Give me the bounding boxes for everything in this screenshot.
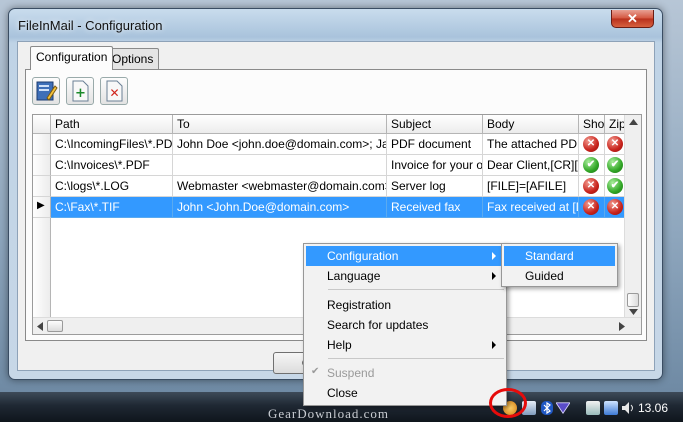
shield-icon[interactable] [556, 401, 570, 415]
cell-zip[interactable]: ✕ [605, 197, 625, 218]
column-header-path[interactable]: Path [51, 115, 173, 134]
column-header-body[interactable]: Body [483, 115, 579, 134]
row-header[interactable]: ▶ [33, 197, 51, 218]
delete-configuration-button[interactable]: ✕ [100, 77, 128, 105]
checkmark-icon: ✔ [311, 366, 320, 377]
status-no-icon: ✕ [583, 136, 599, 152]
submenu-arrow-icon [492, 252, 496, 260]
status-no-icon: ✕ [607, 136, 623, 152]
table-row[interactable]: C:\logs\*.LOG Webmaster <webmaster@domai… [33, 176, 625, 197]
bluetooth-icon[interactable] [540, 401, 554, 415]
delete-icon: ✕ [106, 80, 123, 102]
cell-zip[interactable]: ✔ [605, 155, 625, 176]
scroll-down-icon[interactable] [629, 309, 638, 315]
grid-corner-header [33, 115, 51, 134]
cell-zip[interactable]: ✕ [605, 134, 625, 155]
table-row[interactable]: C:\IncomingFiles\*.PDF John Doe <john.do… [33, 134, 625, 155]
watermark: GearDownload.com [268, 406, 390, 421]
edit-configuration-icon [36, 81, 58, 101]
menu-item-close[interactable]: Close [306, 383, 504, 403]
cell-sho[interactable]: ✕ [579, 197, 605, 218]
vertical-scroll-thumb[interactable] [627, 293, 639, 307]
cell-to[interactable]: John Doe <john.doe@domain.com>; Jane D [173, 134, 387, 155]
status-yes-icon: ✔ [607, 178, 623, 194]
window-title: FileInMail - Configuration [18, 18, 163, 33]
menu-item-search-for-updates[interactable]: Search for updates [306, 315, 504, 335]
taskbar-clock[interactable]: 13.06 [638, 401, 668, 415]
cell-subject[interactable]: Server log [387, 176, 483, 197]
scroll-left-icon[interactable] [37, 322, 43, 331]
close-window-button[interactable]: ✕ [611, 10, 654, 28]
cell-sho[interactable]: ✕ [579, 176, 605, 197]
current-row-indicator-icon: ▶ [37, 200, 45, 211]
svg-text:+: + [75, 86, 86, 101]
cell-to[interactable] [173, 155, 387, 176]
table-row[interactable]: C:\Invoices\*.PDF Invoice for your or De… [33, 155, 625, 176]
configuration-submenu: Standard Guided [501, 243, 618, 287]
menu-separator [328, 358, 504, 359]
status-no-icon: ✕ [583, 178, 599, 194]
menu-item-registration[interactable]: Registration [306, 295, 504, 315]
status-yes-icon: ✔ [583, 157, 599, 173]
svg-text:✕: ✕ [109, 86, 119, 100]
cell-body[interactable]: The attached PDF [483, 134, 579, 155]
menu-item-configuration[interactable]: Configuration [306, 246, 504, 266]
menu-item-suspend[interactable]: ✔ Suspend [306, 363, 504, 383]
speaker-icon[interactable] [621, 401, 635, 415]
menu-item-help[interactable]: Help [306, 335, 504, 355]
submenu-item-standard[interactable]: Standard [504, 246, 615, 266]
cell-zip[interactable]: ✔ [605, 176, 625, 197]
row-header-strip [33, 218, 51, 318]
display-icon[interactable] [604, 401, 618, 415]
cell-sho[interactable]: ✔ [579, 155, 605, 176]
menu-item-label: Language [327, 269, 381, 283]
submenu-item-guided[interactable]: Guided [504, 266, 615, 286]
monitor-icon[interactable] [586, 401, 600, 415]
column-header-to[interactable]: To [173, 115, 387, 134]
menu-item-label: Suspend [327, 366, 375, 380]
cell-path[interactable]: C:\logs\*.LOG [51, 176, 173, 197]
cell-sho[interactable]: ✕ [579, 134, 605, 155]
cell-subject[interactable]: Received fax [387, 197, 483, 218]
scroll-up-icon[interactable] [629, 119, 638, 125]
submenu-arrow-icon [492, 272, 496, 280]
table-row-selected[interactable]: ▶ C:\Fax\*.TIF John <John.Doe@domain.com… [33, 197, 625, 218]
edit-configuration-button[interactable] [32, 77, 60, 105]
row-header[interactable] [33, 155, 51, 176]
cell-body[interactable]: Dear Client,[CR][CF [483, 155, 579, 176]
row-header[interactable] [33, 176, 51, 197]
cell-body[interactable]: Fax received at [DA [483, 197, 579, 218]
cell-subject[interactable]: Invoice for your or [387, 155, 483, 176]
scroll-right-icon[interactable] [619, 322, 625, 331]
column-header-subject[interactable]: Subject [387, 115, 483, 134]
status-yes-icon: ✔ [607, 157, 623, 173]
cell-path[interactable]: C:\IncomingFiles\*.PDF [51, 134, 173, 155]
tray-context-menu: Configuration Language Registration Sear… [303, 243, 507, 406]
menu-item-label: Configuration [327, 249, 399, 263]
title-bar[interactable]: FileInMail - Configuration ✕ [9, 9, 662, 41]
menu-item-language[interactable]: Language [306, 266, 504, 286]
vertical-scrollbar[interactable] [624, 115, 641, 318]
column-header-zip[interactable]: Zip [605, 115, 625, 134]
horizontal-scroll-thumb[interactable] [47, 320, 63, 332]
cell-subject[interactable]: PDF document [387, 134, 483, 155]
cell-to[interactable]: John <John.Doe@domain.com> [173, 197, 387, 218]
column-header-sho[interactable]: Sho [579, 115, 605, 134]
status-no-icon: ✕ [583, 199, 599, 215]
submenu-arrow-icon [492, 341, 496, 349]
cell-body[interactable]: [FILE]=[AFILE] [483, 176, 579, 197]
cell-path[interactable]: C:\Fax\*.TIF [51, 197, 173, 218]
status-no-icon: ✕ [607, 199, 623, 215]
highlight-circle [489, 388, 527, 418]
menu-separator [328, 289, 504, 290]
add-configuration-button[interactable]: + [66, 77, 94, 105]
cell-to[interactable]: Webmaster <webmaster@domain.com> [173, 176, 387, 197]
add-icon: + [72, 80, 89, 102]
tab-options[interactable]: Options [106, 48, 160, 69]
cell-path[interactable]: C:\Invoices\*.PDF [51, 155, 173, 176]
row-header[interactable] [33, 134, 51, 155]
tab-configuration[interactable]: Configuration [30, 46, 114, 70]
menu-item-label: Help [327, 338, 352, 352]
